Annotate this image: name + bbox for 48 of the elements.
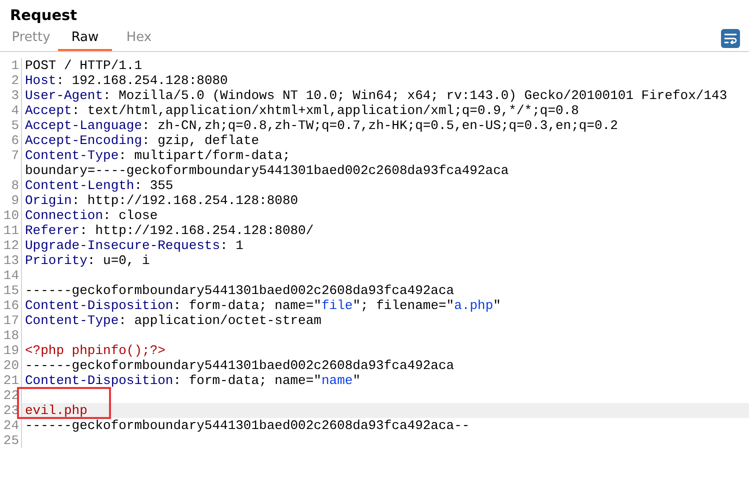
line-number: 6 bbox=[0, 133, 22, 148]
code-line: POST / HTTP/1.1 bbox=[24, 58, 144, 73]
line-number: 21 bbox=[0, 373, 22, 388]
tab[interactable]: Hex bbox=[112, 26, 166, 51]
code-line: Content-Type: application/octet-stream bbox=[24, 313, 322, 328]
code-line: ------geckoformboundary5441301baed002c2608da93fca492aca bbox=[24, 358, 456, 373]
code-line: ------geckoformboundary5441301baed002c2608da93fca492aca-- bbox=[24, 418, 471, 433]
code-line: Content-Length: 355 bbox=[24, 178, 174, 193]
code-line: ------geckoformboundary5441301baed002c2608da93fca492aca bbox=[24, 283, 456, 298]
line-number: 16 bbox=[0, 298, 22, 313]
code-line: Content-Type: multipart/form-data; boundary=----geckoformboundary5441301baed002c2608da93fca492aca bbox=[24, 148, 510, 178]
line-number: 9 bbox=[0, 193, 22, 208]
code-line: Origin: http://192.168.254.128:8080 bbox=[24, 193, 300, 208]
line-number: 1 bbox=[0, 58, 22, 73]
line-number: 20 bbox=[0, 358, 22, 373]
code-line: Content-Disposition: form-data; name="name" bbox=[24, 373, 362, 388]
line-number: 7 bbox=[0, 148, 22, 178]
line-number: 17 bbox=[0, 313, 22, 328]
wrap-lines-button[interactable] bbox=[721, 29, 740, 48]
code-line: Content-Disposition: form-data; name="file"; filename="a.php" bbox=[24, 298, 502, 313]
line-number: 10 bbox=[0, 208, 22, 223]
line-number: 18 bbox=[0, 328, 22, 343]
code-line: Accept: text/html,application/xhtml+xml,application/xml;q=0.9,*/*;q=0.8 bbox=[24, 103, 580, 118]
code-line: User-Agent: Mozilla/5.0 (Windows NT 10.0; Win64; x64; rv:143.0) Gecko/20100101 Firefox/143 bbox=[24, 88, 728, 103]
code-line: Referer: http://192.168.254.128:8080/ bbox=[24, 223, 315, 238]
line-number: 25 bbox=[0, 433, 22, 448]
line-number: 13 bbox=[0, 253, 22, 268]
line-number: 4 bbox=[0, 103, 22, 118]
tab[interactable]: Pretty bbox=[4, 26, 58, 51]
code-line: Accept-Language: zh-CN,zh;q=0.8,zh-TW;q=0.7,zh-HK;q=0.5,en-US;q=0.3,en;q=0.2 bbox=[24, 118, 619, 133]
line-number: 11 bbox=[0, 223, 22, 238]
code-line: Upgrade-Insecure-Requests: 1 bbox=[24, 238, 244, 253]
panel-title: Request bbox=[9, 7, 78, 26]
line-number: 8 bbox=[0, 178, 22, 193]
line-number: 14 bbox=[0, 268, 22, 283]
code-line: Host: 192.168.254.128:8080 bbox=[24, 73, 229, 88]
line-number: 19 bbox=[0, 343, 22, 358]
tab[interactable]: Raw bbox=[58, 26, 112, 51]
line-number: 12 bbox=[0, 238, 22, 253]
line-number: 3 bbox=[0, 88, 22, 103]
line-number: 24 bbox=[0, 418, 22, 433]
line-number: 2 bbox=[0, 73, 22, 88]
line-number: 5 bbox=[0, 118, 22, 133]
code-line: Connection: close bbox=[24, 208, 159, 223]
line-number: 15 bbox=[0, 283, 22, 298]
code-line: Accept-Encoding: gzip, deflate bbox=[24, 133, 260, 148]
code-line: Priority: u=0, i bbox=[24, 253, 151, 268]
code-line: <?php phpinfo();?> bbox=[24, 343, 166, 358]
